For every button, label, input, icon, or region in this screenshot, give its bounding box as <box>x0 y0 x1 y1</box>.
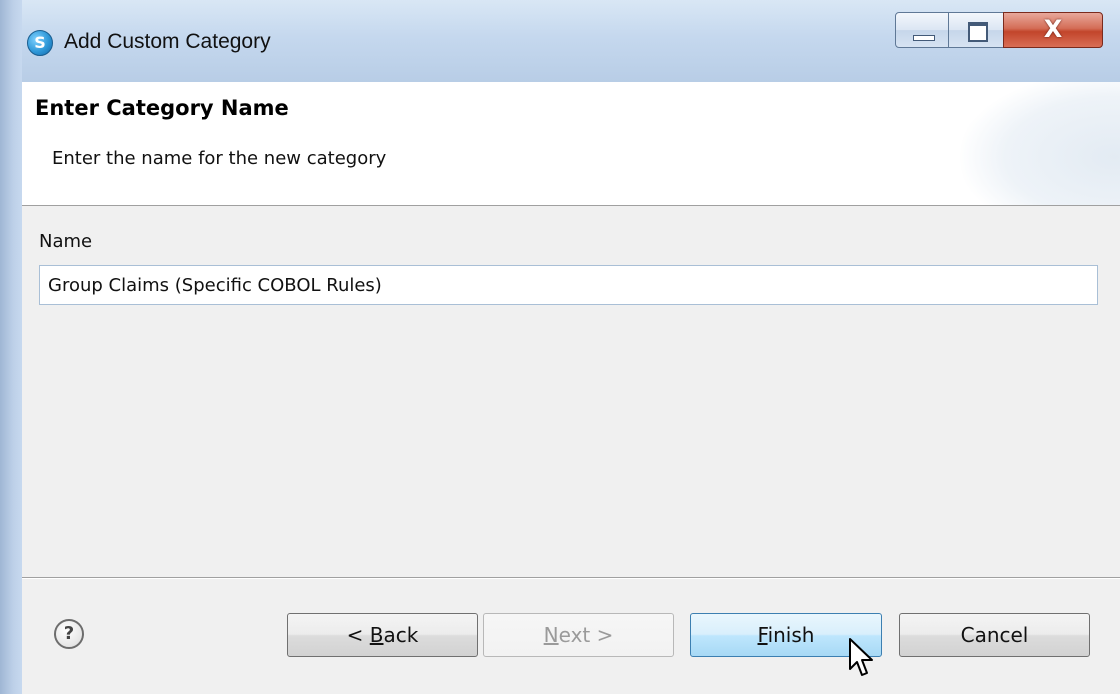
banner-title: Enter Category Name <box>35 96 289 120</box>
minimize-button[interactable] <box>895 12 949 48</box>
back-button[interactable]: < Back <box>287 613 478 657</box>
window-title: Add Custom Category <box>64 30 271 53</box>
banner-description: Enter the name for the new category <box>52 148 387 169</box>
wizard-banner: Enter Category Name Enter the name for t… <box>22 82 1120 206</box>
dialog-content: Enter Category Name Enter the name for t… <box>22 82 1120 694</box>
back-mnemonic: B <box>369 623 384 647</box>
mouse-pointer-icon <box>849 638 873 676</box>
app-logo-icon: S <box>27 30 53 56</box>
close-icon: X <box>1043 15 1063 43</box>
maximize-button[interactable] <box>948 12 1004 48</box>
banner-decoration <box>960 82 1120 205</box>
back-label-rest: ack <box>383 623 419 647</box>
close-button[interactable]: X <box>1003 12 1103 48</box>
dialog-window: S Add Custom Category X Enter Category N… <box>0 0 1120 694</box>
next-button[interactable]: Next > <box>483 613 674 657</box>
finish-label-rest: inish <box>767 623 815 647</box>
maximize-icon <box>968 22 988 42</box>
minimize-icon <box>913 35 935 41</box>
cancel-button[interactable]: Cancel <box>899 613 1090 657</box>
finish-mnemonic: F <box>757 623 768 647</box>
footer-separator <box>22 577 1120 579</box>
name-input[interactable] <box>39 265 1098 305</box>
name-label: Name <box>39 231 93 252</box>
next-label-rest: ext > <box>558 623 614 647</box>
back-prefix: < <box>346 623 370 647</box>
help-icon[interactable]: ? <box>54 619 84 649</box>
window-frame <box>0 0 22 694</box>
next-mnemonic: N <box>543 623 559 647</box>
